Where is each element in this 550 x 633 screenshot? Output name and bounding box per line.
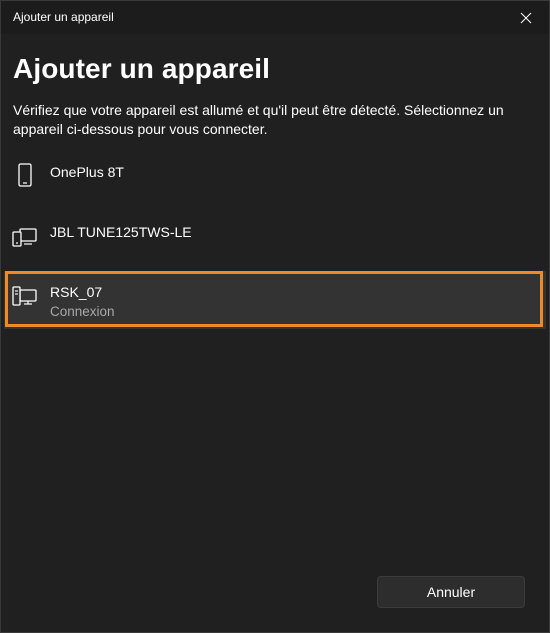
window-title: Ajouter un appareil — [13, 10, 114, 24]
phone-icon — [18, 163, 32, 187]
device-item-oneplus[interactable]: OnePlus 8T — [4, 151, 546, 209]
dialog-heading: Ajouter un appareil — [13, 53, 271, 84]
title-bar: Ajouter un appareil — [1, 1, 549, 34]
device-item-rsk07[interactable]: RSK_07 Connexion — [4, 271, 546, 329]
device-status: Connexion — [50, 304, 115, 319]
close-button[interactable] — [503, 1, 549, 34]
cancel-button[interactable]: Annuler — [377, 576, 525, 608]
device-name: OnePlus 8T — [50, 164, 124, 180]
device-name: RSK_07 — [50, 284, 103, 300]
dialog-instructions: Vérifiez que votre appareil est allumé e… — [13, 102, 504, 137]
add-device-window: Ajouter un appareil Ajouter un appareil … — [0, 0, 550, 633]
device-item-jbl[interactable]: JBL TUNE125TWS-LE — [4, 211, 546, 269]
device-name: JBL TUNE125TWS-LE — [50, 224, 192, 240]
computer-devices-icon — [12, 286, 37, 306]
close-icon — [520, 12, 532, 23]
devices-icon — [12, 228, 37, 247]
device-list: OnePlus 8T JBL TUNE125TWS-LE RSK_07 Conn… — [4, 151, 546, 331]
